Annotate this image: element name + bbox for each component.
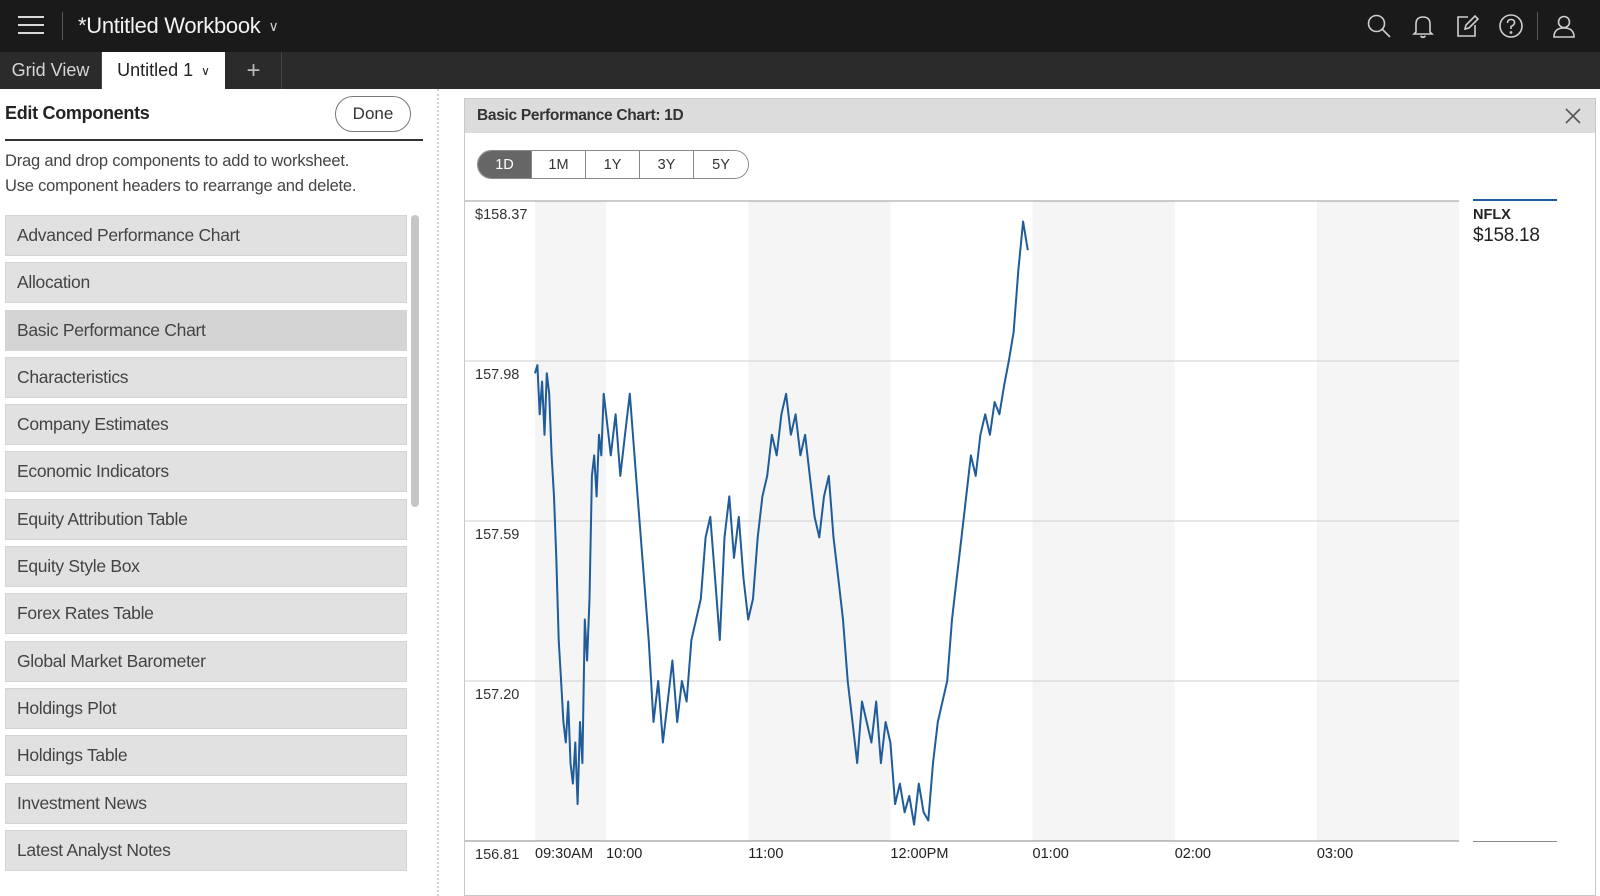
range-button[interactable]: 1Y <box>586 151 640 178</box>
y-tick-label: 157.98 <box>475 367 519 383</box>
user-icon[interactable] <box>1542 10 1586 42</box>
panel-instructions: Drag and drop components to add to works… <box>5 149 356 199</box>
panel-title: Edit Components <box>5 103 150 123</box>
component-item[interactable]: Equity Attribution Table <box>5 498 407 540</box>
performance-line-chart: $158.37 157.98 157.59 157.20 156.81 09:30AM 10… <box>465 200 1459 863</box>
component-item[interactable]: Global Market Barometer <box>5 640 407 682</box>
y-tick-label: 157.59 <box>475 527 519 543</box>
range-button[interactable]: 3Y <box>640 151 694 178</box>
range-button[interactable]: 1D <box>478 151 532 178</box>
close-icon[interactable] <box>1563 106 1583 126</box>
basic-performance-chart-panel: Basic Performance Chart: 1D 1D 1M 1Y 3Y 5Y $… <box>464 98 1596 896</box>
legend-baseline <box>1473 841 1557 842</box>
legend-series-name: NFLX <box>1473 207 1511 223</box>
instruction-line: Drag and drop components to add to works… <box>5 152 350 170</box>
chart-legend: NFLX $158.18 <box>1473 199 1557 247</box>
chevron-down-icon: ∨ <box>268 17 279 34</box>
component-item[interactable]: Allocation <box>5 262 407 304</box>
chart-panel-title: Basic Performance Chart: 1D <box>477 107 684 124</box>
x-tick-label: 10:00 <box>606 846 642 862</box>
edit-components-header: Edit Components Done <box>5 89 423 141</box>
component-item[interactable]: Economic Indicators <box>5 451 407 493</box>
component-item[interactable]: Equity Style Box <box>5 546 407 588</box>
help-icon[interactable] <box>1489 10 1533 42</box>
chart-panel-header[interactable]: Basic Performance Chart: 1D <box>465 99 1595 133</box>
component-item[interactable]: Investment News <box>5 782 407 824</box>
top-bar: *Untitled Workbook ∨ <box>0 0 1600 52</box>
workbook-title-dropdown[interactable]: *Untitled Workbook ∨ <box>78 13 279 39</box>
top-bar-actions <box>1357 10 1586 42</box>
x-tick-label: 02:00 <box>1175 846 1211 862</box>
plus-icon: + <box>246 56 261 84</box>
component-item[interactable]: Latest Analyst Notes <box>5 829 407 871</box>
y-tick-label: $158.37 <box>475 207 527 223</box>
component-item[interactable]: Holdings Table <box>5 735 407 777</box>
component-item[interactable]: Characteristics <box>5 356 407 398</box>
edit-components-panel: Edit Components Done Drag and drop compo… <box>0 89 430 896</box>
component-list-scrollbar[interactable] <box>410 215 420 896</box>
tab-label: Untitled 1 <box>117 60 194 80</box>
tab-grid-view[interactable]: Grid View <box>0 52 102 89</box>
menu-icon[interactable] <box>18 14 44 36</box>
y-tick-label: 157.20 <box>475 687 519 703</box>
tab-untitled-1[interactable]: Untitled 1 ∨ <box>102 52 225 89</box>
scrollbar-thumb[interactable] <box>411 215 419 507</box>
component-item[interactable]: Forex Rates Table <box>5 593 407 635</box>
done-button[interactable]: Done <box>335 96 411 132</box>
component-item[interactable]: Holdings Plot <box>5 687 407 729</box>
component-list: Advanced Performance Chart Allocation Basi… <box>5 215 407 877</box>
chevron-down-icon: ∨ <box>201 63 210 78</box>
time-range-selector: 1D 1M 1Y 3Y 5Y <box>477 150 749 179</box>
edit-icon[interactable] <box>1445 10 1489 42</box>
workbook-title: *Untitled Workbook <box>78 13 261 38</box>
component-item[interactable]: Advanced Performance Chart <box>5 215 407 256</box>
search-icon[interactable] <box>1357 10 1401 42</box>
component-item[interactable]: Company Estimates <box>5 404 407 446</box>
x-tick-label: 11:00 <box>748 846 783 862</box>
panel-divider[interactable] <box>437 89 439 896</box>
range-button[interactable]: 1M <box>532 151 586 178</box>
worksheet-tab-bar: Grid View Untitled 1 ∨ + <box>0 52 1600 89</box>
range-button[interactable]: 5Y <box>694 151 748 178</box>
x-tick-label: 12:00PM <box>890 846 948 862</box>
x-tick-label: 09:30AM <box>535 846 593 862</box>
instruction-line: Use component headers to rearrange and d… <box>5 177 357 195</box>
top-bar-separator <box>1537 12 1538 40</box>
bell-icon[interactable] <box>1401 10 1445 42</box>
add-tab-button[interactable]: + <box>226 52 282 89</box>
y-tick-label: 156.81 <box>475 847 519 863</box>
x-tick-label: 03:00 <box>1317 846 1353 862</box>
legend-last-value: $158.18 <box>1473 225 1540 246</box>
x-tick-label: 01:00 <box>1033 846 1069 862</box>
component-item[interactable]: Basic Performance Chart <box>5 309 407 351</box>
top-bar-separator <box>62 12 63 40</box>
